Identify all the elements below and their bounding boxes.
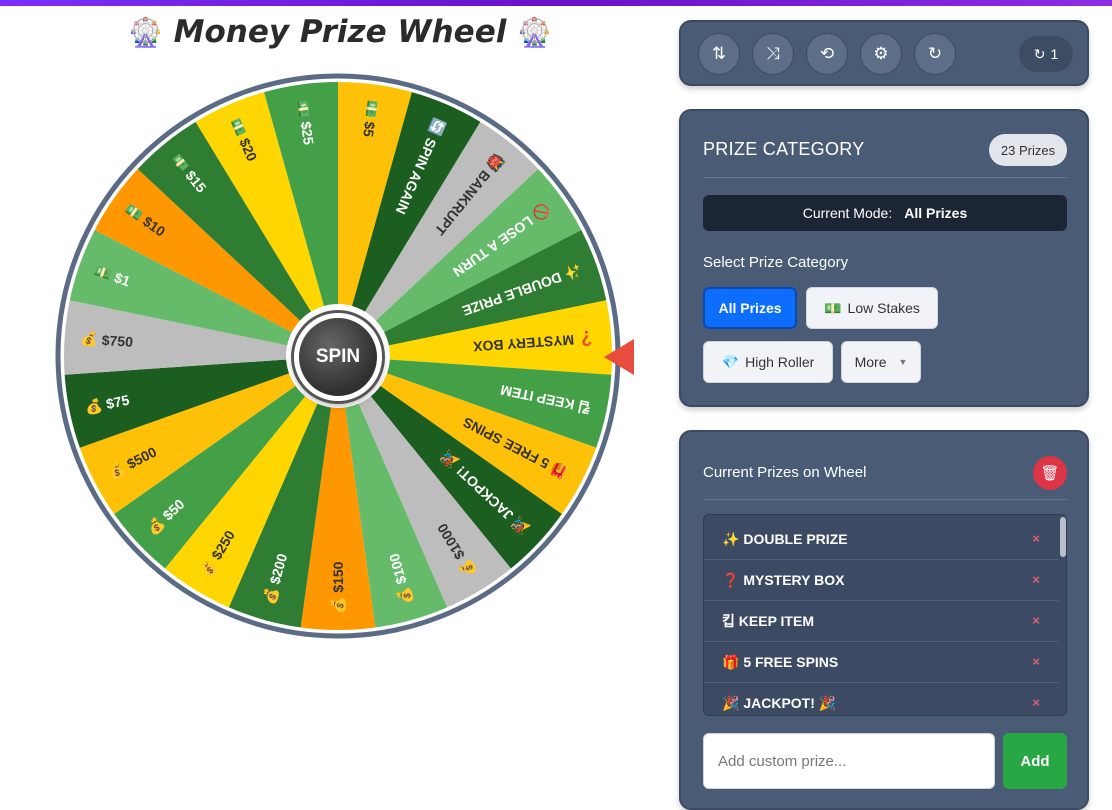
remove-prize-icon[interactable]: × (1032, 572, 1040, 587)
settings-button[interactable]: ⚙ (860, 33, 902, 75)
prize-item-label: MYSTERY BOX (743, 572, 845, 588)
diamond-icon: 💎 (721, 353, 740, 370)
prize-item-label: JACKPOT! 🎉 (743, 694, 837, 711)
toolbar-panel: ⇅ ⤨ ⟲ ⚙ ↻ ↻ 1 (679, 20, 1089, 86)
select-category-label: Select Prize Category (703, 254, 849, 271)
category-high-roller-button[interactable]: 💎 High Roller (703, 341, 833, 383)
current-mode-bar: Current Mode: All Prizes (703, 195, 1067, 231)
caret-down-icon: ▼ (898, 357, 908, 367)
shuffle-icon: ⤨ (766, 44, 780, 64)
prize-item-label: DOUBLE PRIZE (743, 531, 848, 547)
prize-item-label: 5 FREE SPINS (743, 654, 839, 670)
prize-list[interactable]: ✨ DOUBLE PRIZE × ❓ MYSTERY BOX × 킵 KEEP … (703, 514, 1067, 716)
spin-count: 1 (1050, 46, 1059, 62)
prize-count-badge: 23 Prizes (989, 134, 1067, 166)
spin-button[interactable]: SPIN (294, 313, 382, 401)
remove-prize-icon[interactable]: × (1032, 654, 1040, 669)
scrollbar-thumb[interactable] (1060, 517, 1066, 557)
sort-icon: ⇅ (711, 44, 727, 64)
category-more-dropdown[interactable]: More ▼ (841, 341, 921, 383)
prize-wheel[interactable]: 💵 $5 🔄 SPIN AGAIN 👹 BANKRUPT 🚫 LOSE A TURN ✨… (40, 60, 640, 660)
custom-prize-input[interactable] (703, 733, 995, 789)
list-item: 킵 KEEP ITEM × (704, 601, 1058, 642)
divider (703, 177, 1067, 178)
list-item: 🎉 JACKPOT! 🎉 × (704, 683, 1058, 715)
ferris-wheel-icon: 🎡 (517, 16, 553, 49)
current-prizes-title: Current Prizes on Wheel (703, 464, 867, 481)
ferris-wheel-icon: 🎡 (127, 16, 163, 49)
clear-prizes-button[interactable]: 🗑 (1033, 456, 1067, 490)
divider (703, 499, 1067, 500)
wheel-pointer (604, 339, 634, 375)
gear-icon: ⚙ (873, 44, 889, 64)
top-gradient-bar (0, 0, 1112, 6)
current-prizes-panel: Current Prizes on Wheel 🗑 ✨ DOUBLE PRIZE… (679, 430, 1089, 810)
category-all-prizes-button[interactable]: All Prizes (703, 287, 797, 329)
remove-prize-icon[interactable]: × (1032, 531, 1040, 546)
trash-icon: 🗑 (1040, 464, 1060, 482)
category-label: High Roller (745, 354, 815, 370)
refresh-icon: ↻ (1033, 45, 1046, 62)
prize-category-panel: PRIZE CATEGORY 23 Prizes Current Mode: A… (679, 109, 1089, 407)
sort-button[interactable]: ⇅ (698, 33, 740, 75)
history-icon: ⟲ (819, 44, 835, 64)
remove-prize-icon[interactable]: × (1032, 613, 1040, 628)
shuffle-button[interactable]: ⤨ (752, 33, 794, 75)
list-scrollbar[interactable] (1058, 515, 1066, 715)
page-title-text: Money Prize Wheel (173, 14, 507, 50)
remove-prize-icon[interactable]: × (1032, 695, 1040, 710)
category-label: All Prizes (718, 300, 782, 316)
add-prize-button[interactable]: Add (1003, 733, 1067, 789)
money-icon: 💵 (824, 299, 842, 316)
category-label: Low Stakes (847, 300, 920, 316)
mode-label: Current Mode: (802, 205, 893, 221)
list-item: 🎁 5 FREE SPINS × (704, 642, 1058, 683)
redo-icon: ↻ (927, 44, 943, 64)
list-item: ✨ DOUBLE PRIZE × (704, 519, 1058, 560)
list-item: ❓ MYSTERY BOX × (704, 560, 1058, 601)
category-title: PRIZE CATEGORY (703, 139, 865, 159)
page-title: 🎡 Money Prize Wheel 🎡 (80, 14, 600, 50)
spin-counter: ↻ 1 (1019, 36, 1073, 72)
history-button[interactable]: ⟲ (806, 33, 848, 75)
prize-item-icon: ❓ (722, 571, 740, 588)
prize-item-icon: ✨ (722, 530, 740, 547)
wheel-segment-label: 💰 $150 (330, 561, 347, 614)
prize-item-icon: 킵 (722, 613, 735, 629)
category-low-stakes-button[interactable]: 💵 Low Stakes (806, 287, 938, 329)
category-label: More (854, 354, 887, 370)
prize-item-label: KEEP ITEM (738, 613, 814, 629)
prize-item-icon: 🎁 (722, 653, 740, 670)
prize-item-icon: 🎉 (722, 694, 740, 711)
mode-value: All Prizes (904, 205, 968, 221)
redo-button[interactable]: ↻ (914, 33, 956, 75)
